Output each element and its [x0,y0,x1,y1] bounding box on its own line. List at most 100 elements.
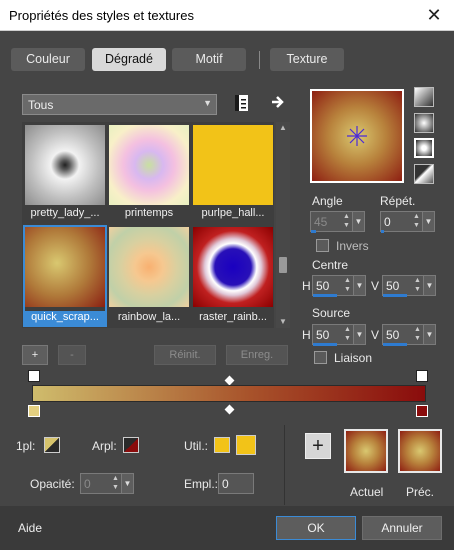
previous-label: Préc. [406,485,435,499]
spin-arrows-icon[interactable]: ▲ ▼ [412,276,423,295]
center-marker-icon[interactable] [312,91,402,181]
rectangular-style-button[interactable] [414,113,434,133]
arrow-right-icon[interactable] [270,94,286,110]
bg-color-swatch[interactable] [123,437,139,453]
spin-arrows-icon[interactable]: ▲ ▼ [342,325,353,344]
thumbnail-label: purlpe_hall... [201,207,265,219]
transparency-stop-end[interactable] [416,370,428,382]
thumbnail-pretty-lady[interactable] [25,125,105,205]
center-h-slider[interactable] [313,294,337,297]
help-link[interactable]: Aide [18,521,42,535]
center-v-spinner[interactable]: 50 ▲ ▼ ▼ [382,275,436,296]
center-v-slider[interactable] [383,294,407,297]
tab-couleur[interactable]: Couleur [11,48,85,71]
invert-label: Invers [336,239,369,253]
thumbnail-quick-scrap[interactable] [25,227,105,307]
location-value: 0 [222,477,229,491]
chevron-down-icon[interactable]: ▼ [352,212,364,231]
user-color-swatch[interactable] [236,435,256,455]
opacity-label: Opacité: [30,477,75,491]
tab-texture[interactable]: Texture [270,48,344,71]
angle-value: 45 [314,215,328,229]
save-button[interactable]: Enreg. [226,345,288,365]
gradient-bar[interactable] [32,385,426,402]
previous-gradient-swatch[interactable] [398,429,442,473]
spin-arrows-icon[interactable]: ▲ ▼ [342,276,353,295]
reset-button[interactable]: Réinit. [154,345,216,365]
spin-arrows-icon[interactable]: ▲ ▼ [110,474,121,493]
thumbnail-label: rainbow_la... [117,311,181,323]
linear-style-button[interactable] [414,87,434,107]
current-gradient-swatch[interactable] [344,429,388,473]
source-h-spinner[interactable]: 50 ▲ ▼ ▼ [312,324,366,345]
spin-arrows-icon[interactable]: ▲ ▼ [412,325,423,344]
thumbnail-label-selected: quick_scrap... [25,311,105,325]
thumbnail-purlpe-hall[interactable] [193,125,273,205]
fg-color-swatch[interactable] [44,437,60,453]
category-value: Tous [28,98,54,112]
user-toggle-swatch[interactable] [214,437,230,453]
spin-arrows-icon[interactable]: ▲ ▼ [411,212,422,231]
transparency-stop-start[interactable] [28,370,40,382]
angle-slider[interactable] [311,230,316,233]
ok-button[interactable]: OK [276,516,356,540]
center-h-label: H [302,279,311,293]
source-h-label: H [302,328,311,342]
color-midpoint[interactable] [224,404,235,415]
thumbnail-label: printemps [124,207,174,219]
scroll-down-icon[interactable]: ▼ [276,316,290,328]
source-h-value: 50 [316,328,330,342]
remove-gradient-button[interactable]: - [58,345,86,365]
cancel-button[interactable]: Annuler [362,516,442,540]
invert-checkbox[interactable] [316,239,329,252]
add-color-button[interactable]: + [305,433,331,459]
add-gradient-button[interactable]: + [22,345,48,365]
repeat-slider[interactable] [381,230,384,233]
section-divider [284,425,285,505]
library-icon[interactable] [234,94,250,112]
dialog-body: Couleur Dégradé Motif Texture Tous ▼ pre… [0,31,454,506]
color-stop-start[interactable] [28,405,40,417]
location-field[interactable]: 0 [218,473,254,494]
thumbnail-rainbow-la[interactable] [109,227,189,307]
spin-arrows-icon[interactable]: ▲ ▼ [341,212,352,231]
angle-spinner[interactable]: 45 ▲ ▼ ▼ [310,211,365,232]
user-label: Util.: [184,439,208,453]
tab-degrade[interactable]: Dégradé [92,48,166,71]
transparency-midpoint[interactable] [224,375,235,386]
chevron-down-icon: ▼ [203,98,212,108]
sunburst-style-button[interactable] [414,138,434,158]
bg-label: Arpl: [92,439,117,453]
radial-style-button[interactable] [414,164,434,184]
source-h-slider[interactable] [313,343,337,346]
thumbnail-label: raster_rainb... [199,311,267,323]
opacity-spinner[interactable]: 0 ▲ ▼ ▼ [80,473,134,494]
opacity-value: 0 [84,477,91,491]
tab-motif[interactable]: Motif [172,48,246,71]
repeat-spinner[interactable]: 0 ▲ ▼ ▼ [380,211,435,232]
chevron-down-icon[interactable]: ▼ [353,276,365,295]
chevron-down-icon[interactable]: ▼ [121,474,133,493]
thumbnail-scrollbar[interactable]: ▲ ▼ [276,122,290,328]
link-checkbox[interactable] [314,351,327,364]
chevron-down-icon[interactable]: ▼ [423,325,435,344]
tab-separator [259,51,260,69]
close-icon[interactable]: ✕ [414,0,454,31]
chevron-down-icon[interactable]: ▼ [423,276,435,295]
color-stop-end[interactable] [416,405,428,417]
scrollbar-thumb[interactable] [279,257,287,273]
location-label: Empl.: [184,477,219,491]
category-dropdown[interactable]: Tous ▼ [22,94,217,115]
thumbnail-printemps[interactable] [109,125,189,205]
chevron-down-icon[interactable]: ▼ [422,212,434,231]
source-v-slider[interactable] [383,343,407,346]
chevron-down-icon[interactable]: ▼ [353,325,365,344]
center-h-value: 50 [316,279,330,293]
gradient-thumbnail-grid: pretty_lady_... printemps purlpe_hall...… [22,122,274,328]
scroll-up-icon[interactable]: ▲ [276,122,290,134]
thumbnail-raster-rainb[interactable] [193,227,273,307]
current-label: Actuel [350,485,384,499]
source-v-spinner[interactable]: 50 ▲ ▼ ▼ [382,324,436,345]
gradient-preview[interactable] [310,89,404,183]
center-h-spinner[interactable]: 50 ▲ ▼ ▼ [312,275,366,296]
